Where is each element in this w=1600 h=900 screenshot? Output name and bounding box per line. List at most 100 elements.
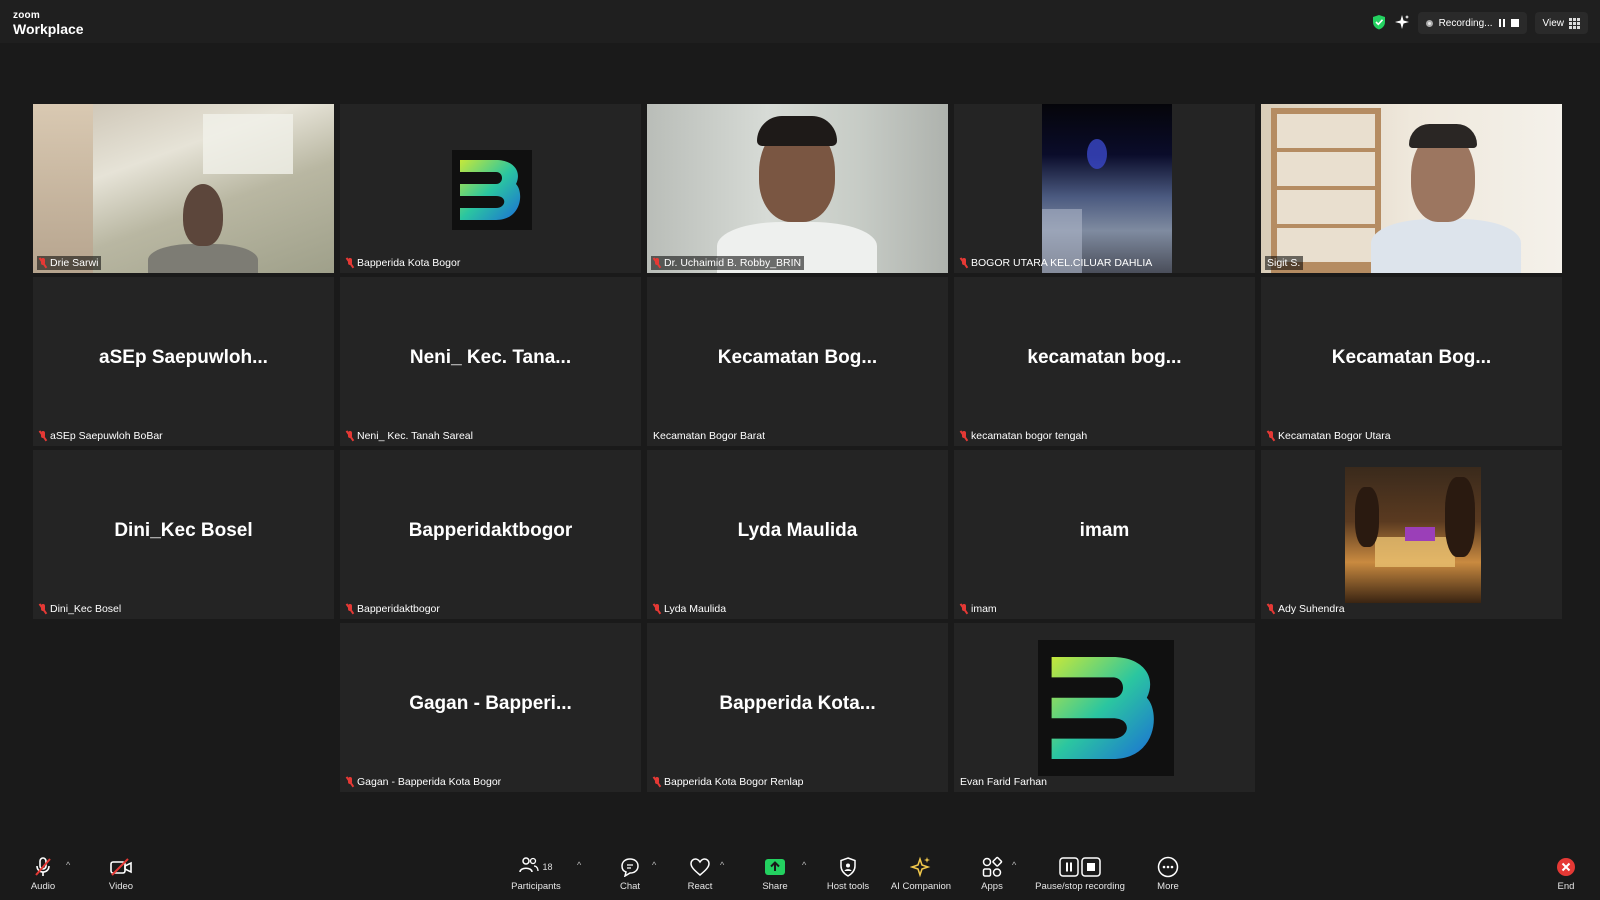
mic-muted-icon	[960, 258, 968, 268]
participant-name-tag: Ady Suhendra	[1265, 602, 1348, 616]
mic-muted-icon	[32, 854, 54, 880]
participant-name-tag: Lyda Maulida	[651, 602, 729, 616]
mic-muted-icon	[653, 258, 661, 268]
participant-tile[interactable]: Bapperida Kota Bogor	[340, 104, 641, 273]
pause-stop-recording-icon	[1059, 854, 1101, 880]
participant-name-tag: BOGOR UTARA KEL.CILUAR DAHLIA	[958, 256, 1155, 270]
mic-muted-icon	[1267, 431, 1275, 441]
mic-muted-icon	[653, 604, 661, 614]
host-tools-button[interactable]: Host tools	[822, 852, 874, 900]
ai-sparkle-icon	[910, 854, 932, 880]
audio-options-chevron-icon[interactable]: ^	[66, 860, 70, 870]
react-options-chevron-icon[interactable]: ^	[720, 860, 724, 870]
participant-tile[interactable]: Lyda Maulida Lyda Maulida	[647, 450, 948, 619]
participant-video	[647, 104, 948, 273]
mic-muted-icon	[346, 258, 354, 268]
mic-muted-icon	[346, 431, 354, 441]
participant-tile[interactable]: Bapperida Kota... Bapperida Kota Bogor R…	[647, 623, 948, 792]
recording-indicator[interactable]: Recording...	[1417, 12, 1527, 34]
mic-muted-icon	[39, 258, 47, 268]
end-meeting-button[interactable]: End	[1548, 852, 1584, 900]
participant-tile[interactable]: Gagan - Bapperi... Gagan - Bapperida Kot…	[340, 623, 641, 792]
participant-name-tag: imam	[958, 602, 1000, 616]
participant-tile[interactable]: Dr. Uchaimid B. Robby_BRIN	[647, 104, 948, 273]
participants-options-chevron-icon[interactable]: ^	[577, 860, 581, 870]
recording-label: Recording...	[1438, 17, 1493, 29]
meeting-toolbar: Audio ^ Video 18 Participants ^ Chat ^ R…	[0, 852, 1600, 900]
participant-tile-active-speaker[interactable]: Sigit S.	[1261, 104, 1562, 273]
chat-options-chevron-icon[interactable]: ^	[652, 860, 656, 870]
participant-tile[interactable]: Bapperidaktbogor Bapperidaktbogor	[340, 450, 641, 619]
participant-display-name: aSEp Saepuwloh...	[99, 347, 268, 368]
mic-muted-icon	[653, 777, 661, 787]
bapperida-logo-icon	[452, 150, 532, 230]
participant-tile[interactable]: Kecamatan Bog... Kecamatan Bogor Barat	[647, 277, 948, 446]
end-close-icon	[1556, 854, 1576, 880]
pause-stop-recording-button[interactable]: Pause/stop recording	[1030, 852, 1130, 900]
participant-name-tag: Gagan - Bapperida Kota Bogor	[344, 775, 504, 789]
encryption-shield-icon[interactable]	[1372, 14, 1386, 33]
participant-name-tag: Kecamatan Bogor Utara	[1265, 429, 1394, 443]
top-bar: zoom Workplace Recording... View	[0, 0, 1600, 43]
mic-muted-icon	[346, 604, 354, 614]
participant-display-name: kecamatan bog...	[1027, 347, 1182, 368]
stop-icon[interactable]	[1510, 19, 1519, 27]
participant-tile[interactable]: Drie Sarwi	[33, 104, 334, 273]
participant-name-tag: kecamatan bogor tengah	[958, 429, 1090, 443]
chat-button[interactable]: Chat	[610, 852, 650, 900]
participant-tile[interactable]: imam imam	[954, 450, 1255, 619]
participant-display-name: Dini_Kec Bosel	[114, 520, 253, 541]
grid-icon	[1569, 17, 1580, 29]
apps-options-chevron-icon[interactable]: ^	[1012, 860, 1016, 870]
brand-small: zoom	[13, 10, 40, 21]
participant-tile[interactable]: Kecamatan Bog... Kecamatan Bogor Utara	[1261, 277, 1562, 446]
participant-display-name: Bapperidaktbogor	[408, 520, 573, 541]
mic-muted-icon	[1267, 604, 1275, 614]
participant-tile[interactable]: Evan Farid Farhan	[954, 623, 1255, 792]
participant-display-name: Gagan - Bapperi...	[409, 693, 572, 714]
participant-tile[interactable]: kecamatan bog... kecamatan bogor tengah	[954, 277, 1255, 446]
react-button[interactable]: React	[680, 852, 720, 900]
audio-button[interactable]: Audio	[22, 852, 64, 900]
top-right-controls: Recording... View	[1372, 12, 1588, 34]
participant-name-tag: Dini_Kec Bosel	[37, 602, 124, 616]
participant-tile[interactable]: Ady Suhendra	[1261, 450, 1562, 619]
participant-tile[interactable]: Neni_ Kec. Tana... Neni_ Kec. Tanah Sare…	[340, 277, 641, 446]
participant-display-name: Lyda Maulida	[737, 520, 858, 541]
participant-tile[interactable]: BOGOR UTARA KEL.CILUAR DAHLIA	[954, 104, 1255, 273]
chat-icon	[620, 854, 640, 880]
participants-button[interactable]: 18 Participants	[506, 852, 566, 900]
participant-tile[interactable]: aSEp Saepuwloh... aSEp Saepuwloh BoBar	[33, 277, 334, 446]
apps-button[interactable]: Apps	[972, 852, 1012, 900]
participant-name-tag: Evan Farid Farhan	[960, 776, 1047, 788]
view-button[interactable]: View	[1534, 12, 1588, 34]
participant-display-name: Bapperida Kota...	[719, 693, 876, 714]
mic-muted-icon	[39, 431, 47, 441]
video-button[interactable]: Video	[100, 852, 142, 900]
zoom-workplace-logo: zoom Workplace	[13, 10, 84, 37]
participant-video	[1042, 104, 1172, 273]
view-label: View	[1542, 17, 1565, 29]
participant-display-name: Neni_ Kec. Tana...	[409, 347, 572, 368]
more-icon	[1157, 854, 1179, 880]
participant-display-name: imam	[1079, 520, 1130, 541]
participant-name-tag: Bapperida Kota Bogor Renlap	[651, 775, 807, 789]
participant-name-tag: aSEp Saepuwloh BoBar	[37, 429, 166, 443]
participant-profile-photo	[1345, 467, 1481, 603]
ai-companion-button[interactable]: AI Companion	[887, 852, 955, 900]
mic-muted-icon	[39, 604, 47, 614]
participant-name-tag: Neni_ Kec. Tanah Sareal	[344, 429, 476, 443]
share-options-chevron-icon[interactable]: ^	[802, 860, 806, 870]
video-off-icon	[109, 854, 133, 880]
participant-video	[1261, 104, 1562, 273]
recording-dot-icon	[1425, 19, 1433, 27]
participant-tile[interactable]: Dini_Kec Bosel Dini_Kec Bosel	[33, 450, 334, 619]
participant-name-tag: Kecamatan Bogor Barat	[653, 430, 766, 442]
ai-sparkle-icon[interactable]	[1394, 14, 1410, 33]
more-button[interactable]: More	[1148, 852, 1188, 900]
heart-icon	[689, 854, 711, 880]
participant-name-tag: Dr. Uchaimid B. Robby_BRIN	[651, 256, 805, 270]
participant-name-tag: Sigit S.	[1265, 256, 1304, 270]
share-button[interactable]: Share	[755, 852, 795, 900]
pause-icon[interactable]	[1498, 19, 1505, 27]
